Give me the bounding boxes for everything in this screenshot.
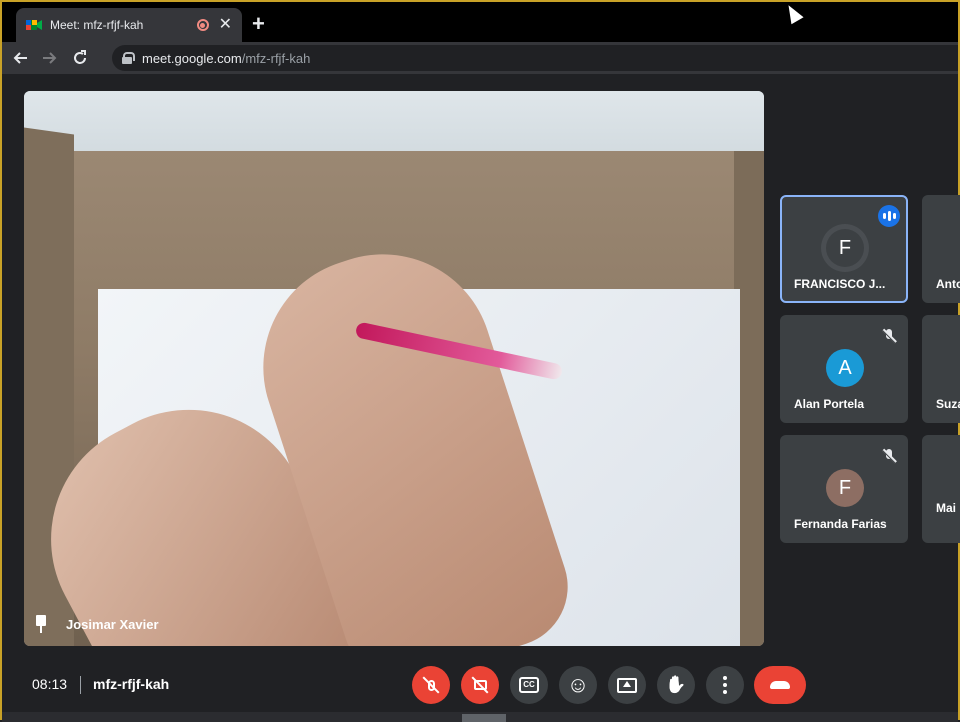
back-button[interactable] <box>8 46 32 70</box>
main-participant-name: Josimar Xavier <box>66 616 159 632</box>
meeting-control-bar: 08:13 mfz-rfjf-kah CC ☺ ✋ <box>2 658 958 712</box>
new-tab-button[interactable]: + <box>252 12 265 36</box>
captions-button[interactable]: CC <box>510 666 548 704</box>
mic-off-icon <box>882 449 896 463</box>
address-bar[interactable]: meet.google.com/mfz-rfjf-kah <box>112 45 958 71</box>
participant-name: Mai <box>936 501 957 515</box>
participant-tile-partial[interactable]: Suza <box>922 315 960 423</box>
back-arrow-icon <box>13 52 27 64</box>
tab-strip: Meet: mfz-rfjf-kah ✕ + <box>2 1 958 42</box>
browser-toolbar: meet.google.com/mfz-rfjf-kah <box>2 42 958 74</box>
url-host: meet.google.com <box>142 50 242 66</box>
camera-off-icon <box>472 677 488 693</box>
participant-tile[interactable]: F Fernanda Farias <box>780 435 908 543</box>
hand-icon: ✋ <box>665 675 687 694</box>
avatar: F <box>826 229 864 267</box>
present-screen-button[interactable] <box>608 666 646 704</box>
toggle-mic-button[interactable] <box>412 666 450 704</box>
recording-icon <box>196 19 209 31</box>
close-tab-icon[interactable]: ✕ <box>219 17 232 33</box>
more-vert-icon <box>723 676 727 694</box>
raise-hand-button[interactable]: ✋ <box>657 666 695 704</box>
mouse-cursor-icon <box>782 1 804 25</box>
participant-name: Fernanda Farias <box>794 517 887 531</box>
reload-button[interactable] <box>68 46 92 70</box>
url-path: /mfz-rfjf-kah <box>241 50 311 66</box>
meeting-code: mfz-rfjf-kah <box>93 676 170 692</box>
participant-name: Suza <box>936 397 960 411</box>
participant-tile-partial[interactable]: Mai <box>922 435 960 543</box>
more-options-button[interactable] <box>706 666 744 704</box>
participant-tile-partial[interactable]: Anto <box>922 195 960 303</box>
meeting-clock: 08:13 <box>32 676 68 692</box>
pin-icon[interactable] <box>34 615 48 633</box>
hang-up-icon <box>770 681 790 689</box>
reload-icon <box>74 50 86 64</box>
forward-arrow-icon <box>43 52 57 64</box>
speaking-indicator-icon <box>878 205 900 227</box>
main-video-name-tag: Josimar Xavier <box>34 615 159 633</box>
mic-off-icon <box>423 677 439 693</box>
reactions-button[interactable]: ☺ <box>559 666 597 704</box>
tab-meet[interactable]: Meet: mfz-rfjf-kah ✕ <box>16 8 242 42</box>
participant-name: Anto <box>936 277 960 291</box>
captions-icon: CC <box>519 677 539 693</box>
main-video-feed[interactable]: Josimar Xavier <box>24 91 764 646</box>
browser-window: Meet: mfz-rfjf-kah ✕ + meet.google.com/m… <box>0 0 960 722</box>
participant-name: Alan Portela <box>794 397 865 411</box>
mic-off-icon <box>882 329 896 343</box>
leave-call-button[interactable] <box>754 666 806 704</box>
present-icon <box>617 677 637 693</box>
avatar: A <box>826 349 864 387</box>
avatar: F <box>826 469 864 507</box>
participant-name: FRANCISCO J... <box>794 277 886 291</box>
participant-tile[interactable]: A Alan Portela <box>780 315 908 423</box>
toggle-camera-button[interactable] <box>461 666 499 704</box>
taskbar-strip <box>2 712 958 722</box>
emoji-icon: ☺ <box>566 672 590 697</box>
participant-tile[interactable]: F FRANCISCO J... <box>780 195 908 303</box>
tab-title: Meet: mfz-rfjf-kah <box>50 18 144 32</box>
lock-icon <box>122 52 135 64</box>
forward-button[interactable] <box>38 46 62 70</box>
google-meet-icon <box>26 18 42 32</box>
divider <box>80 676 81 694</box>
